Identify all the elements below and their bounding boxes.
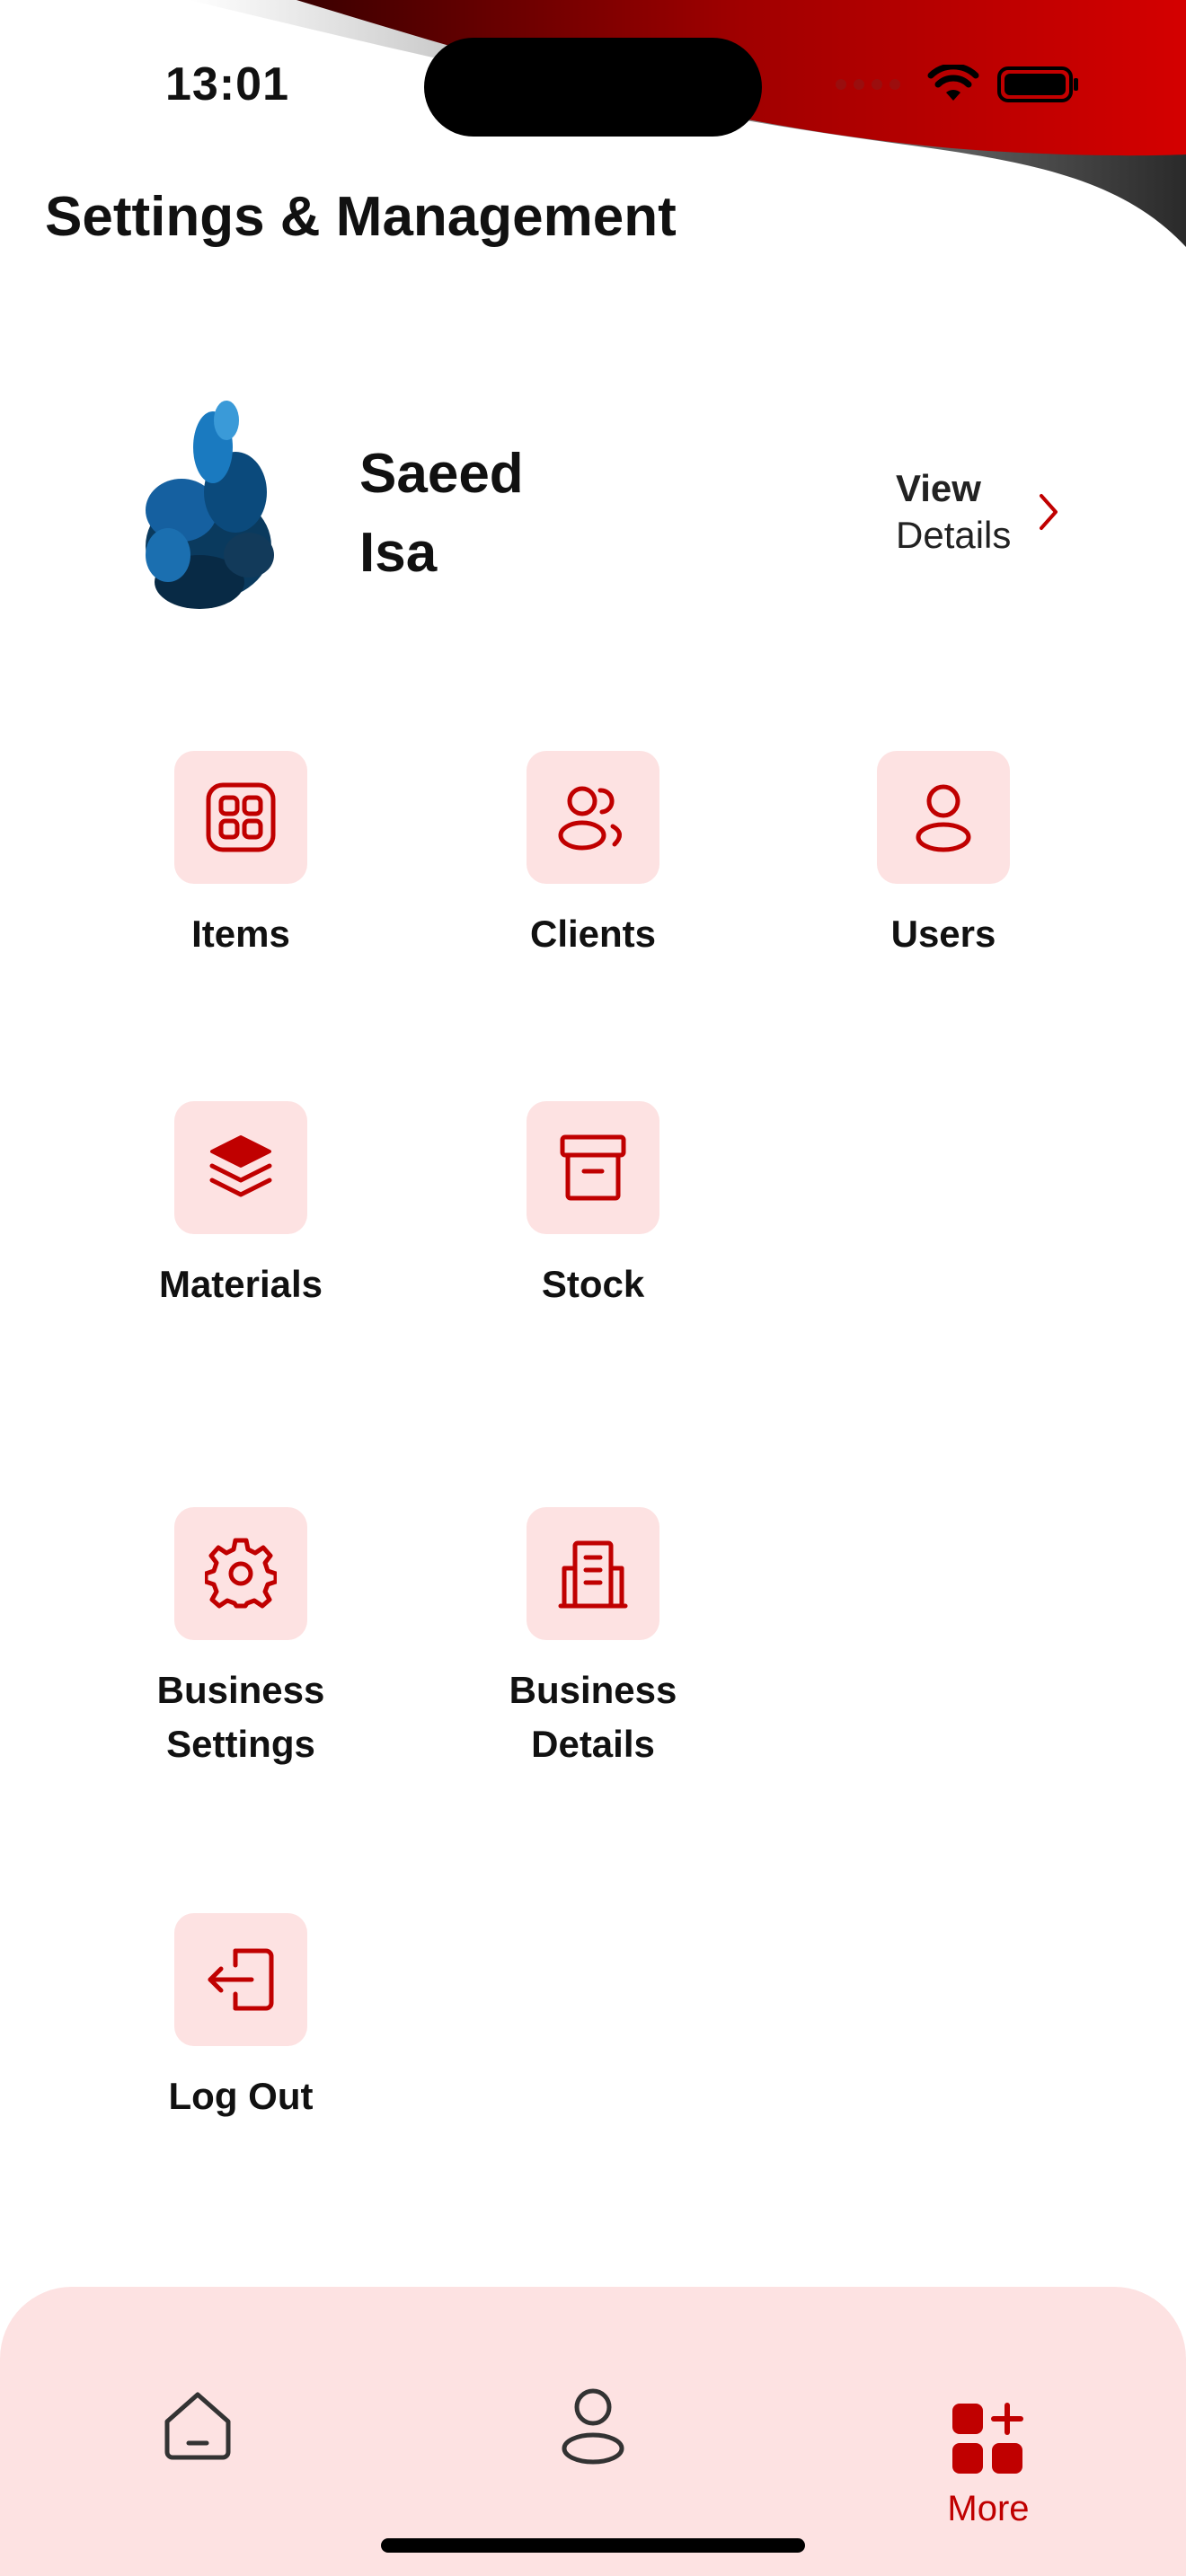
nav-tab-home[interactable]	[108, 2341, 288, 2469]
menu-tile-business-settings[interactable]: Business Settings	[97, 1507, 385, 1771]
business-details-label: Business Details	[449, 1663, 737, 1771]
log-out-icon	[208, 1948, 274, 2011]
building-icon	[558, 1540, 628, 1609]
status-bar: 13:01	[0, 0, 1186, 171]
users-icon-box	[877, 751, 1010, 884]
status-time: 13:01	[165, 58, 289, 110]
nav-tab-more[interactable]: More	[898, 2341, 1078, 2529]
user-icon	[916, 784, 971, 852]
home-icon	[164, 2392, 231, 2460]
log-out-label: Log Out	[168, 2075, 314, 2117]
users-label: Users	[890, 913, 996, 955]
stock-icon-box	[527, 1101, 659, 1234]
profile-last-name: Isa	[359, 522, 438, 584]
business-details-line1: Business	[509, 1669, 677, 1711]
view-details-link[interactable]: View Details	[896, 465, 1059, 559]
menu-tile-clients[interactable]: Clients	[449, 751, 737, 961]
user-icon	[562, 2388, 624, 2465]
status-icons	[834, 65, 1080, 104]
view-details-text: View Details	[896, 465, 1011, 559]
nav-more-label: More	[947, 2489, 1030, 2528]
business-settings-line1: Business	[156, 1669, 325, 1711]
wifi-icon	[927, 65, 979, 101]
clients-label: Clients	[529, 913, 657, 955]
nav-tab-profile[interactable]	[503, 2341, 683, 2469]
signal-icon	[836, 79, 900, 90]
archive-box-icon	[560, 1134, 626, 1201]
profile-first-name: Saeed	[359, 443, 524, 505]
battery-icon	[997, 66, 1078, 102]
business-settings-label: Business Settings	[97, 1663, 385, 1771]
bottom-nav: More	[0, 2287, 1186, 2576]
clients-icon	[558, 786, 622, 851]
menu-tile-stock[interactable]: Stock	[449, 1101, 737, 1311]
avatar-ink-image	[146, 401, 274, 609]
menu-tile-items[interactable]: Items	[97, 751, 385, 961]
business-settings-line2: Settings	[166, 1723, 315, 1765]
menu-tile-log-out[interactable]: Log Out	[97, 1913, 385, 2123]
more-apps-icon	[952, 2403, 1023, 2474]
materials-icon-box	[174, 1101, 307, 1234]
chevron-right-icon	[1040, 494, 1058, 530]
dynamic-island	[424, 38, 762, 137]
stock-label: Stock	[541, 1263, 645, 1305]
layers-icon	[209, 1135, 272, 1197]
clients-icon-box	[527, 751, 659, 884]
business-details-line2: Details	[531, 1723, 655, 1765]
materials-label: Materials	[158, 1263, 323, 1305]
profile-card: Saeed Isa View Details	[83, 375, 1107, 645]
avatar	[83, 375, 352, 645]
grid-icon	[206, 782, 276, 852]
view-label: View	[896, 467, 981, 509]
business-details-icon-box	[527, 1507, 659, 1640]
gear-icon	[205, 1538, 277, 1609]
business-settings-icon-box	[174, 1507, 307, 1640]
page-title: Settings & Management	[45, 186, 677, 248]
menu-tile-business-details[interactable]: Business Details	[449, 1507, 737, 1771]
home-indicator[interactable]	[381, 2538, 805, 2553]
items-icon-box	[174, 751, 307, 884]
log-out-icon-box	[174, 1913, 307, 2046]
items-label: Items	[191, 913, 290, 955]
menu-tile-users[interactable]: Users	[800, 751, 1087, 961]
menu-tile-materials[interactable]: Materials	[97, 1101, 385, 1311]
details-label: Details	[896, 514, 1012, 556]
profile-name: Saeed Isa	[359, 435, 629, 593]
